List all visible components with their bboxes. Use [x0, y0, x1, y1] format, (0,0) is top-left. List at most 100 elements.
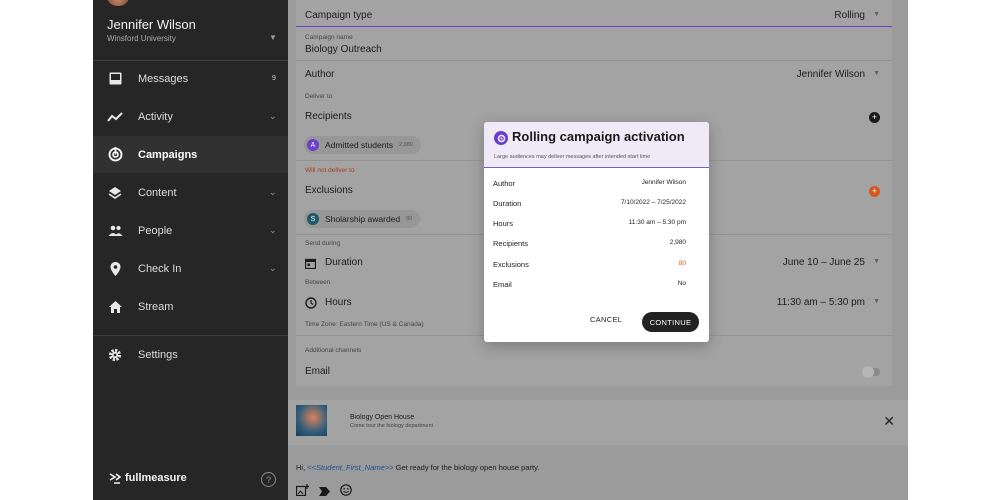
brand-logo-text: fullmeasure	[125, 472, 187, 484]
chevron-down-icon: ▼	[873, 70, 880, 77]
clock-icon	[305, 296, 317, 314]
add-media-icon[interactable]	[295, 483, 309, 500]
avatar[interactable]	[107, 0, 129, 6]
sidebar-item-label: Stream	[138, 300, 174, 313]
not-deliver-label: Will not deliver to	[305, 167, 355, 174]
chip-initial: S	[307, 213, 319, 225]
chevron-down-icon[interactable]: ⌄	[269, 187, 277, 198]
summary-row-recipients: Recipients 2,980	[493, 239, 686, 248]
campaign-name-field[interactable]: Campaign name Biology Outreach	[296, 27, 892, 61]
email-channel-row: Additional channels Email	[296, 336, 892, 386]
chip-label: Admitted students	[325, 140, 394, 150]
summary-value: 7/10/2022 – 7/25/2022	[620, 199, 686, 206]
deliver-to-label: Deliver to	[305, 93, 333, 100]
chip-initial: A	[307, 139, 319, 151]
summary-label: Recipients	[493, 239, 529, 248]
campaign-name-value: Biology Outreach	[305, 44, 382, 55]
summary-row-duration: Duration 7/10/2022 – 7/25/2022	[493, 199, 686, 208]
exclusion-chip[interactable]: S Sholarship awarded 80	[304, 210, 421, 228]
add-recipient-button[interactable]: +	[869, 112, 880, 123]
layers-icon	[106, 184, 124, 202]
summary-value: 11:30 am – 5:30 pm	[628, 219, 686, 226]
sidebar-item-settings[interactable]: Settings	[93, 336, 288, 373]
cancel-button[interactable]: CANCEL	[590, 315, 622, 324]
add-exclusion-button[interactable]: +	[869, 186, 880, 197]
summary-value: 80	[678, 260, 686, 267]
sidebar-item-check-in[interactable]: Check In ⌄	[93, 250, 288, 287]
location-pin-icon	[106, 260, 124, 278]
message-text[interactable]: Hi, <<Student_First_Name>> Get ready for…	[296, 463, 539, 472]
account-menu-caret-icon[interactable]: ▼	[269, 33, 277, 42]
summary-label: Exclusions	[493, 260, 529, 269]
preview-subtitle: Come tour the biology department	[350, 423, 434, 429]
chevron-down-icon[interactable]: ⌄	[269, 225, 277, 236]
people-icon	[106, 222, 124, 240]
summary-label: Author	[493, 179, 516, 188]
user-name: Jennifer Wilson	[107, 17, 196, 32]
duration-label: Duration	[325, 257, 363, 268]
summary-row-exclusions: Exclusions 80	[493, 260, 686, 269]
dialog-subtitle: Large audiences may deliver messages aft…	[494, 154, 651, 160]
sidebar-item-label: People	[138, 224, 173, 237]
summary-value: Jennifer Wilson	[641, 179, 686, 186]
sidebar-item-stream[interactable]: Stream	[93, 288, 288, 325]
chip-label: Sholarship awarded	[325, 214, 401, 224]
summary-label: Hours	[493, 219, 514, 228]
sidebar-item-campaigns[interactable]: Campaigns	[93, 136, 288, 173]
campaigns-icon	[106, 146, 124, 164]
campaign-type-value: Rolling	[834, 10, 865, 21]
summary-label: Email	[493, 280, 512, 289]
home-icon	[106, 298, 124, 316]
activation-dialog: Rolling campaign activation Large audien…	[484, 122, 709, 342]
help-icon[interactable]: ?	[261, 472, 276, 487]
chevron-down-icon: ▼	[873, 11, 880, 18]
summary-row-email: Email No	[493, 280, 686, 289]
sidebar-item-label: Settings	[138, 348, 178, 361]
additional-channels-label: Additional channels	[305, 347, 362, 354]
fullmeasure-logo-icon	[109, 472, 121, 484]
exclusions-label: Exclusions	[305, 185, 353, 196]
brand-logo: fullmeasure	[109, 472, 187, 484]
summary-row-hours: Hours 11:30 am – 5:30 pm	[493, 219, 686, 228]
continue-button[interactable]: CONTINUE	[642, 312, 699, 332]
hours-label: Hours	[325, 297, 352, 308]
sidebar-item-label: Content	[138, 186, 177, 199]
sidebar-item-people[interactable]: People ⌄	[93, 212, 288, 249]
chevron-down-icon: ▼	[873, 258, 880, 265]
hours-value: 11:30 am – 5:30 pm	[776, 297, 865, 308]
chip-count: 2,980	[399, 142, 413, 148]
close-icon[interactable]: ✕	[883, 413, 895, 430]
duration-value: June 10 – June 25	[782, 257, 865, 268]
summary-value: 2,980	[669, 239, 686, 246]
tag-icon[interactable]	[319, 483, 330, 500]
email-label: Email	[305, 366, 331, 377]
sidebar-item-label: Campaigns	[138, 148, 198, 161]
sidebar-item-content[interactable]: Content ⌄	[93, 174, 288, 211]
message-prefix: Hi,	[296, 463, 308, 472]
chevron-down-icon: ▼	[873, 298, 880, 305]
sidebar-item-messages[interactable]: Messages 9	[93, 60, 288, 97]
sidebar-item-activity[interactable]: Activity ⌄	[93, 98, 288, 135]
summary-row-author: Author Jennifer Wilson	[493, 179, 686, 188]
preview-thumbnail	[296, 405, 327, 436]
chevron-down-icon[interactable]: ⌄	[269, 111, 277, 122]
between-label: Between	[305, 279, 331, 286]
message-composer[interactable]: Hi, <<Student_First_Name>> Get ready for…	[288, 445, 908, 500]
chip-count: 80	[406, 216, 413, 222]
emoji-icon[interactable]	[340, 483, 352, 500]
dialog-header: Rolling campaign activation Large audien…	[484, 122, 709, 168]
summary-label: Duration	[493, 199, 522, 208]
campaign-type-select[interactable]: Campaign type Rolling ▼	[296, 0, 892, 27]
dialog-title: Rolling campaign activation	[512, 129, 685, 144]
chevron-down-icon[interactable]: ⌄	[269, 263, 277, 274]
email-toggle[interactable]	[862, 366, 880, 378]
author-select[interactable]: Author Jennifer Wilson ▼	[296, 61, 892, 87]
campaign-type-label: Campaign type	[305, 10, 373, 21]
user-org: Winsford University	[107, 34, 176, 43]
recipient-chip[interactable]: A Admitted students 2,980	[304, 136, 421, 154]
preview-title: Biology Open House	[350, 414, 415, 421]
gear-icon	[106, 346, 124, 364]
sidebar-item-label: Check In	[138, 262, 182, 275]
activity-icon	[106, 108, 124, 126]
campaign-name-label: Campaign name	[305, 34, 353, 41]
